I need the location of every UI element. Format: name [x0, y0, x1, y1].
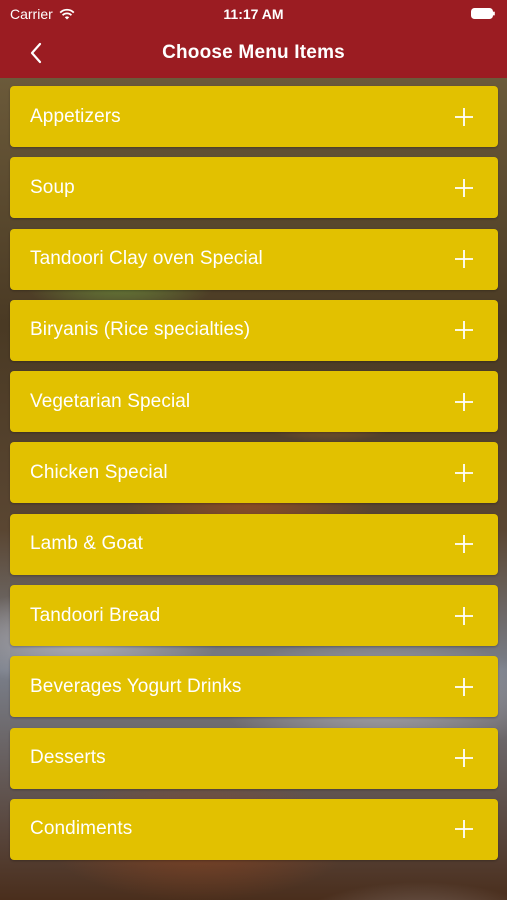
menu-item-label: Lamb & Goat: [30, 533, 144, 555]
menu-item-tandoori-bread[interactable]: Tandoori Bread: [10, 585, 498, 647]
battery-icon: [471, 8, 495, 19]
menu-item-label: Biryanis (Rice specialties): [30, 319, 251, 341]
menu-item-label: Soup: [30, 176, 75, 198]
nav-bar: Choose Menu Items: [0, 28, 507, 78]
status-time: 11:17 AM: [223, 6, 284, 22]
plus-icon[interactable]: [454, 748, 474, 768]
plus-icon[interactable]: [454, 606, 474, 626]
menu-category-list: Appetizers Soup Tandoori Clay oven Speci…: [10, 86, 498, 870]
plus-icon[interactable]: [454, 534, 474, 554]
plus-icon[interactable]: [454, 677, 474, 697]
menu-item-label: Tandoori Bread: [30, 604, 161, 626]
top-bar: Carrier 11:17 AM Choose Menu Items: [0, 0, 507, 78]
menu-item-condiments[interactable]: Condiments: [10, 798, 498, 860]
plus-icon[interactable]: [454, 249, 474, 269]
menu-item-lamb-goat[interactable]: Lamb & Goat: [10, 513, 498, 575]
plus-icon[interactable]: [454, 178, 474, 198]
menu-item-chicken-special[interactable]: Chicken Special: [10, 442, 498, 504]
menu-item-desserts[interactable]: Desserts: [10, 727, 498, 789]
menu-item-soup[interactable]: Soup: [10, 157, 498, 219]
menu-item-label: Chicken Special: [30, 461, 168, 483]
menu-item-label: Condiments: [30, 818, 133, 840]
plus-icon[interactable]: [454, 107, 474, 127]
status-bar: Carrier 11:17 AM: [0, 0, 507, 28]
menu-item-appetizers[interactable]: Appetizers: [10, 86, 498, 147]
menu-item-label: Vegetarian Special: [30, 390, 191, 412]
menu-item-label: Appetizers: [30, 105, 121, 127]
menu-item-vegetarian-special[interactable]: Vegetarian Special: [10, 371, 498, 433]
menu-item-biryanis[interactable]: Biryanis (Rice specialties): [10, 299, 498, 361]
menu-item-beverages-yogurt-drinks[interactable]: Beverages Yogurt Drinks: [10, 656, 498, 718]
plus-icon[interactable]: [454, 819, 474, 839]
page-title: Choose Menu Items: [162, 42, 345, 63]
plus-icon[interactable]: [454, 320, 474, 340]
plus-icon[interactable]: [454, 463, 474, 483]
menu-item-label: Beverages Yogurt Drinks: [30, 675, 242, 697]
menu-item-label: Desserts: [30, 747, 106, 769]
menu-item-tandoori-clay-oven-special[interactable]: Tandoori Clay oven Special: [10, 228, 498, 290]
plus-icon[interactable]: [454, 392, 474, 412]
menu-item-label: Tandoori Clay oven Special: [30, 248, 263, 270]
